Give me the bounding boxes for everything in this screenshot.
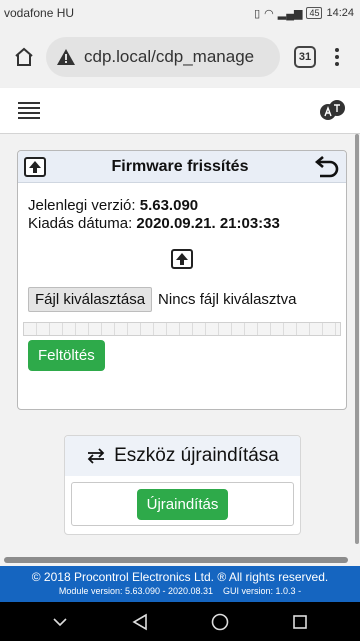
current-version-label: Jelenlegi verzió: (28, 197, 136, 214)
copyright-text: © 2018 Procontrol Electronics Ltd. ® All… (31, 570, 329, 584)
chevron-down-icon (53, 617, 67, 626)
restart-button[interactable]: Újraindítás (136, 488, 229, 520)
restart-card-header: Eszköz újraindítása (65, 436, 300, 476)
restart-card-body: Újraindítás (71, 482, 294, 526)
address-bar[interactable]: cdp.local/cdp_manage (46, 37, 280, 77)
current-version-line: Jelenlegi verzió: 5.63.090 (28, 197, 336, 215)
back-button[interactable] (120, 607, 160, 637)
current-version-value: 5.63.090 (139, 197, 199, 214)
page-footer: © 2018 Procontrol Electronics Ltd. ® All… (0, 566, 360, 602)
back-arrow-icon[interactable] (314, 155, 340, 178)
status-icons: ▯ ◠ ▂▄▆ 45 14:24 (254, 7, 354, 20)
carrier-name: vodafone HU (4, 6, 75, 20)
firmware-card-header: Firmware frissítés (18, 151, 346, 183)
url-text: cdp.local/cdp_manage (84, 47, 255, 66)
release-date-line: Kiadás dátuma: 2020.09.21. 21:03:33 (28, 215, 336, 233)
battery-level: 45 (306, 7, 323, 19)
restart-card: Eszköz újraindítása Újraindítás (64, 435, 301, 535)
no-file-chosen-text: Nincs fájl kiválasztva (158, 290, 297, 308)
choose-file-button[interactable]: Fájl kiválasztása (28, 287, 153, 312)
home-circle-icon (211, 613, 229, 630)
home-icon (15, 47, 33, 66)
recents-square-icon (293, 614, 307, 629)
recents-button[interactable] (280, 607, 320, 637)
collapse-button[interactable] (40, 607, 80, 637)
status-bar: vodafone HU ▯ ◠ ▂▄▆ 45 14:24 (0, 0, 360, 26)
release-date-value: 2020.09.21. 21:03:33 (136, 215, 280, 232)
status-time: 14:24 (326, 7, 354, 19)
system-navigation-bar (0, 602, 360, 641)
app-header (0, 88, 360, 134)
hamburger-menu-icon[interactable] (18, 102, 40, 119)
release-date-label: Kiadás dátuma: (28, 215, 133, 232)
upload-button[interactable]: Feltöltés (28, 340, 105, 371)
horizontal-scrollbar[interactable] (4, 557, 348, 563)
warning-icon (57, 49, 75, 65)
language-icon[interactable] (318, 99, 346, 123)
firmware-card: Firmware frissítés Jelenlegi verzió: 5.6… (17, 150, 347, 410)
browser-toolbar: cdp.local/cdp_manage 31 (0, 26, 360, 88)
gui-version-text: GUI version: 1.0.3 - (223, 586, 302, 596)
module-version-text: Module version: 5.63.090 - 2020.08.31 (58, 586, 214, 596)
main-content[interactable]: Firmware frissítés Jelenlegi verzió: 5.6… (0, 134, 360, 556)
firmware-upload-icon (171, 249, 193, 269)
tab-switcher-button[interactable]: 31 (294, 46, 316, 68)
swap-arrows-icon (87, 448, 105, 464)
restart-card-title: Eszköz újraindítása (114, 445, 279, 466)
file-input: Fájl kiválasztása Nincs fájl kiválasztva (28, 287, 336, 312)
vibrate-icon: ▯ (254, 7, 261, 20)
home-button[interactable] (8, 41, 40, 73)
vertical-scrollbar[interactable] (355, 134, 359, 544)
home-nav-button[interactable] (200, 607, 240, 637)
wifi-icon: ◠ (264, 7, 274, 20)
browser-menu-icon[interactable] (332, 48, 342, 66)
upload-progress-bar (23, 322, 341, 336)
back-triangle-icon (132, 613, 147, 630)
firmware-card-title: Firmware frissítés (111, 157, 249, 175)
signal-icon: ▂▄▆ (277, 7, 303, 20)
upload-icon (24, 156, 46, 177)
